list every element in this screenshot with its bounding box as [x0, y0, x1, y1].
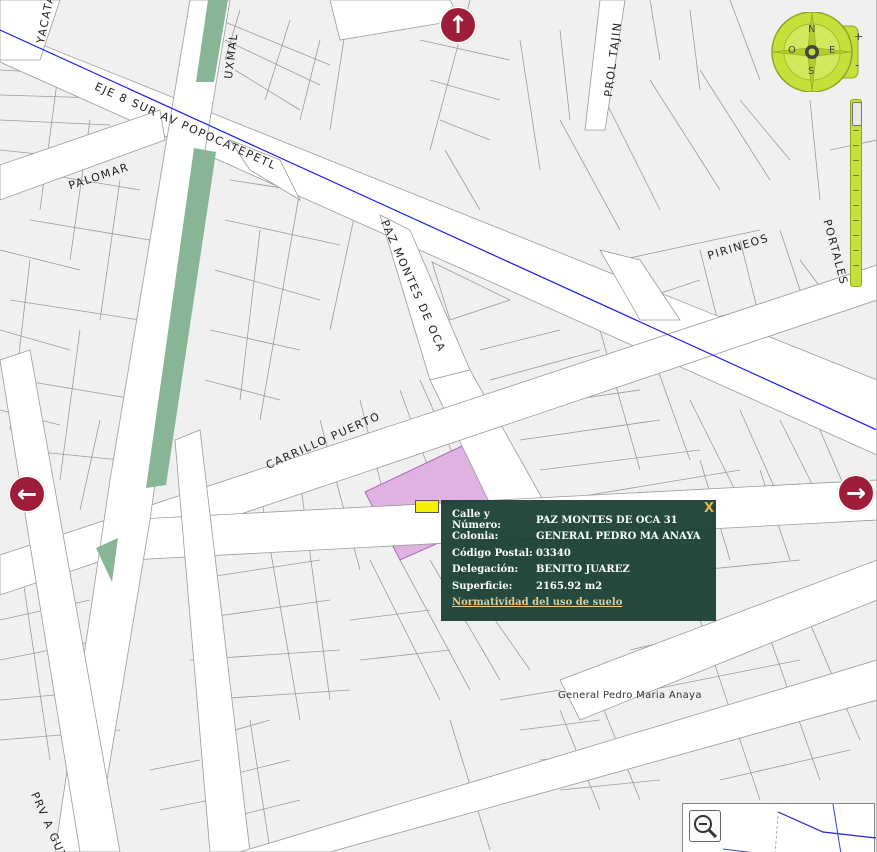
popup-row-postal: Código Postal: 03340 [452, 547, 571, 559]
popup-row-delegacion: Delegación: BENITO JUAREZ [452, 564, 630, 576]
popup-row-superficie: Superficie: 2165.92 m2 [452, 580, 603, 592]
zoom-out-button[interactable]: - [855, 58, 859, 72]
magnifier-minus-icon [694, 815, 718, 839]
zoom-slider-handle[interactable] [852, 102, 862, 126]
roads [0, 0, 876, 852]
map-base[interactable] [0, 0, 877, 852]
overview-zoom-button[interactable] [689, 810, 721, 842]
compass-south-label: S [808, 66, 815, 77]
zoom-in-button[interactable]: + [854, 30, 863, 43]
pan-right-button[interactable]: → [837, 474, 875, 512]
parcel-info-popup: X Calle y Número: PAZ MONTES DE OCA 31 C… [441, 500, 716, 621]
location-marker[interactable] [415, 500, 439, 513]
compass-north-label: N [808, 24, 816, 35]
zoom-slider[interactable] [850, 99, 862, 287]
compass-west-label: O [788, 45, 796, 56]
arrow-left-icon: ← [16, 480, 38, 508]
pan-up-button[interactable]: ↑ [439, 6, 477, 44]
arrow-right-icon: → [845, 479, 867, 507]
compass-east-label: E [829, 45, 836, 56]
popup-close-button[interactable]: X [704, 501, 714, 516]
map-view[interactable]: YACATA UXMAL EJE 8 SUR AV POPOCATEPETL P… [0, 0, 877, 852]
pan-left-button[interactable]: ← [8, 475, 46, 513]
compass-control[interactable]: N S E O + - [770, 11, 870, 93]
land-use-link[interactable]: Normatividad del uso de suelo [452, 597, 706, 608]
colonia-label: General Pedro Maria Anaya [558, 690, 702, 701]
arrow-up-icon: ↑ [447, 11, 469, 39]
overview-map[interactable] [682, 803, 876, 852]
popup-row-colonia: Colonia: GENERAL PEDRO MA ANAYA [452, 531, 701, 543]
popup-row-address: Calle y Número: PAZ MONTES DE OCA 31 [452, 509, 678, 532]
